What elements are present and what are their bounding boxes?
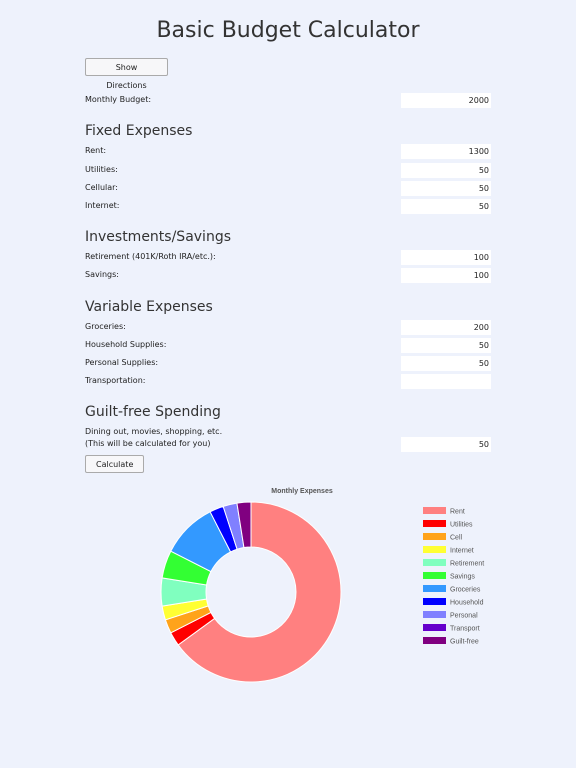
show-directions-button[interactable]: Show Directions [85, 58, 168, 90]
retirement-label: Retirement (401K/Roth IRA/etc.): [85, 252, 216, 261]
rent-label: Rent: [85, 146, 107, 155]
groceries-label: Groceries: [85, 322, 126, 331]
legend-label-transport: Transport [450, 626, 480, 633]
legend-swatch-guilt-free [423, 637, 446, 644]
legend-swatch-cell [423, 533, 446, 540]
utilities-label: Utilities: [85, 165, 118, 174]
guilt-free-description: Dining out, movies, shopping, etc. [85, 427, 223, 436]
internet-label: Internet: [85, 201, 120, 210]
legend-label-cell: Cell [450, 535, 463, 542]
legend-swatch-groceries [423, 585, 446, 592]
legend-swatch-rent [423, 507, 446, 514]
internet-input[interactable]: 50 [401, 199, 491, 214]
chart-title: Monthly Expenses [271, 488, 333, 495]
legend-label-guilt-free: Guilt-free [450, 639, 479, 646]
page-title: Basic Budget Calculator [156, 18, 420, 43]
chart-svg: Monthly Expenses Rent Utilities Cell Intern… [160, 488, 484, 683]
legend-swatch-retirement [423, 559, 446, 566]
legend-swatch-transport [423, 624, 446, 631]
monthly-budget-input[interactable]: 2000 [401, 93, 491, 108]
calculate-button[interactable]: Calculate [85, 455, 144, 473]
cellular-label: Cellular: [85, 183, 118, 192]
savings-label: Savings: [85, 270, 119, 279]
legend-label-utilities: Utilities [450, 522, 473, 529]
rent-input[interactable]: 1300 [401, 144, 491, 159]
utilities-input[interactable]: 50 [401, 163, 491, 178]
legend-swatch-savings [423, 572, 446, 579]
legend-label-household: Household [450, 600, 484, 607]
guilt-free-note: (This will be calculated for you) [85, 439, 211, 448]
transportation-label: Transportation: [85, 376, 146, 385]
investments-heading: Investments/Savings [85, 229, 232, 245]
legend-label-savings: Savings [450, 574, 475, 581]
monthly-expenses-chart: Monthly Expenses Rent Utilities Cell Intern… [0, 480, 576, 700]
legend-swatch-internet [423, 546, 446, 553]
monthly-budget-label: Monthly Budget: [85, 95, 152, 104]
variable-expenses-heading: Variable Expenses [85, 299, 213, 315]
guilt-free-heading: Guilt-free Spending [85, 404, 221, 420]
legend-swatch-household [423, 598, 446, 605]
legend-label-rent: Rent [450, 509, 465, 516]
legend-label-internet: Internet [450, 548, 474, 555]
legend-label-retirement: Retirement [450, 561, 484, 568]
cellular-input[interactable]: 50 [401, 181, 491, 196]
legend-swatch-personal [423, 611, 446, 618]
legend-label-personal: Personal [450, 613, 478, 620]
household-label: Household Supplies: [85, 340, 167, 349]
transportation-input[interactable] [401, 374, 491, 389]
guilt-free-input: 50 [401, 437, 491, 452]
savings-input[interactable]: 100 [401, 268, 491, 283]
groceries-input[interactable]: 200 [401, 320, 491, 335]
retirement-input[interactable]: 100 [401, 250, 491, 265]
personal-label: Personal Supplies: [85, 358, 159, 367]
personal-input[interactable]: 50 [401, 356, 491, 371]
fixed-expenses-heading: Fixed Expenses [85, 123, 193, 139]
legend-label-groceries: Groceries [450, 587, 481, 594]
legend-swatch-utilities [423, 520, 446, 527]
household-input[interactable]: 50 [401, 338, 491, 353]
